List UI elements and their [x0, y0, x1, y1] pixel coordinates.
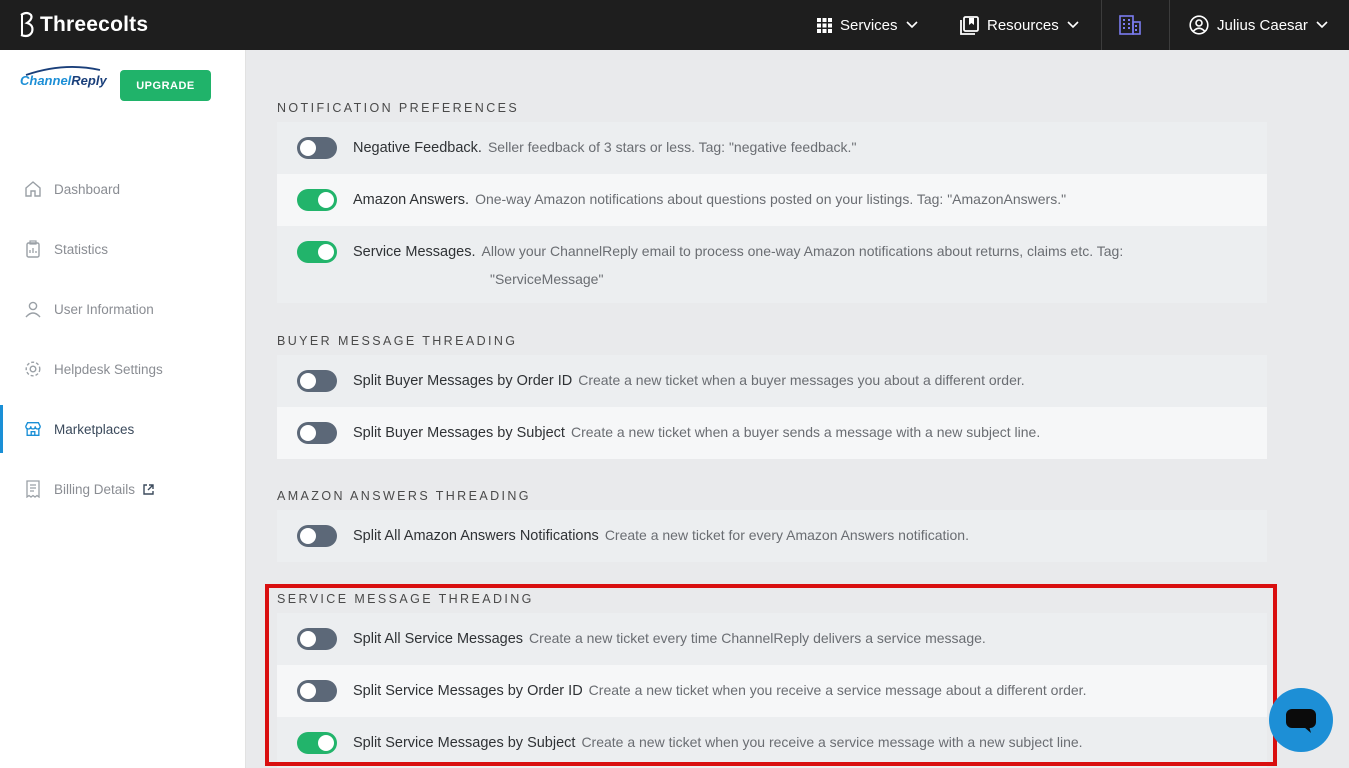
amazon-answers-toggle[interactable]: [297, 189, 337, 211]
chat-icon: [1286, 709, 1316, 733]
chevron-down-icon: [1316, 21, 1328, 29]
setting-description-continued: "ServiceMessage": [490, 271, 604, 287]
threecolts-logo[interactable]: Threecolts: [18, 11, 148, 39]
setting-label: Split Buyer Messages by Order ID: [353, 373, 573, 389]
top-bar: Threecolts Services Resources Julius Cae…: [0, 0, 1349, 50]
setting-row: Negative Feedback. Seller feedback of 3 s…: [277, 122, 1267, 174]
setting-label: Split All Amazon Answers Notifications: [353, 528, 599, 544]
chat-button[interactable]: [1269, 688, 1333, 752]
setting-description: Create a new ticket when a buyer sends a…: [570, 424, 1041, 440]
logo-swoosh-icon: [25, 66, 101, 76]
setting-description: Create a new ticket for every Amazon Ans…: [604, 527, 969, 543]
gear-icon: [25, 361, 41, 377]
nav-divider: [1101, 0, 1102, 50]
services-label: Services: [840, 16, 898, 34]
setting-row: Split All Amazon Answers Notifications Cr…: [277, 510, 1267, 562]
library-icon: [960, 15, 979, 35]
section-title-amazon-answers-threading: AMAZON ANSWERS THREADING: [277, 489, 531, 503]
store-icon: [25, 422, 41, 436]
sidebar-item-user-information[interactable]: User Information: [0, 285, 246, 333]
highlight-box: [265, 584, 1277, 766]
section-title-buyer-message-threading: BUYER MESSAGE THREADING: [277, 334, 518, 348]
sidebar-item-dashboard[interactable]: Dashboard: [0, 165, 246, 213]
sidebar: ChannelReply UPGRADE Dashboard Statistic…: [0, 50, 246, 768]
section-title-notification-preferences: NOTIFICATION PREFERENCES: [277, 101, 520, 115]
upgrade-button[interactable]: UPGRADE: [120, 70, 211, 101]
setting-label: Negative Feedback.: [353, 140, 482, 156]
resources-menu[interactable]: Resources: [960, 0, 1079, 50]
company-button[interactable]: [1119, 0, 1141, 50]
user-icon: [25, 301, 41, 318]
sidebar-item-marketplaces[interactable]: Marketplaces: [0, 405, 246, 453]
setting-row: Service Messages. Allow your ChannelReply…: [277, 226, 1267, 303]
chevron-down-icon: [1067, 21, 1079, 29]
split-buyer-subject-toggle[interactable]: [297, 422, 337, 444]
setting-description: Seller feedback of 3 stars or less. Tag:…: [487, 139, 857, 155]
threecolts-mark-icon: [20, 11, 34, 38]
setting-label: Amazon Answers.: [353, 192, 470, 208]
resources-label: Resources: [987, 16, 1059, 34]
sidebar-item-label: Billing Details: [54, 481, 136, 497]
sidebar-item-label: Marketplaces: [54, 421, 135, 437]
user-name: Julius Caesar: [1217, 16, 1308, 34]
nav-divider: [1169, 0, 1170, 50]
sidebar-item-statistics[interactable]: Statistics: [0, 225, 246, 273]
service-messages-toggle[interactable]: [297, 241, 337, 263]
sidebar-item-label: Statistics: [54, 241, 109, 257]
setting-row: Split Buyer Messages by Order ID Create a…: [277, 355, 1267, 407]
split-buyer-order-toggle[interactable]: [297, 370, 337, 392]
setting-description: Allow your ChannelReply email to process…: [481, 243, 1124, 259]
sidebar-item-label: User Information: [54, 301, 154, 317]
setting-description: Create a new ticket when a buyer message…: [578, 372, 1025, 388]
setting-description: One-way Amazon notifications about quest…: [475, 191, 1067, 207]
building-icon: [1119, 15, 1141, 35]
chevron-down-icon: [905, 21, 918, 29]
negative-feedback-toggle[interactable]: [297, 137, 337, 159]
services-menu[interactable]: Services: [817, 0, 918, 50]
sidebar-item-billing-details[interactable]: Billing Details: [0, 465, 246, 513]
clipboard-icon: [26, 240, 40, 258]
sidebar-item-label: Helpdesk Settings: [54, 361, 163, 377]
split-amazon-answers-toggle[interactable]: [297, 525, 337, 547]
setting-row: Amazon Answers. One-way Amazon notificati…: [277, 174, 1267, 226]
sidebar-item-label: Dashboard: [54, 181, 121, 197]
sidebar-item-helpdesk-settings[interactable]: Helpdesk Settings: [0, 345, 246, 393]
setting-label: Split Buyer Messages by Subject: [353, 425, 565, 441]
user-circle-icon: [1189, 15, 1209, 35]
setting-row: Split Buyer Messages by Subject Create a …: [277, 407, 1267, 459]
user-menu[interactable]: Julius Caesar: [1189, 0, 1328, 50]
setting-label: Service Messages.: [353, 244, 476, 260]
receipt-icon: [26, 480, 40, 498]
external-link-icon: [143, 483, 154, 495]
grid-icon: [817, 17, 832, 33]
home-icon: [25, 181, 41, 197]
brand-name: Threecolts: [40, 13, 149, 36]
channelreply-logo[interactable]: ChannelReply: [20, 66, 107, 90]
